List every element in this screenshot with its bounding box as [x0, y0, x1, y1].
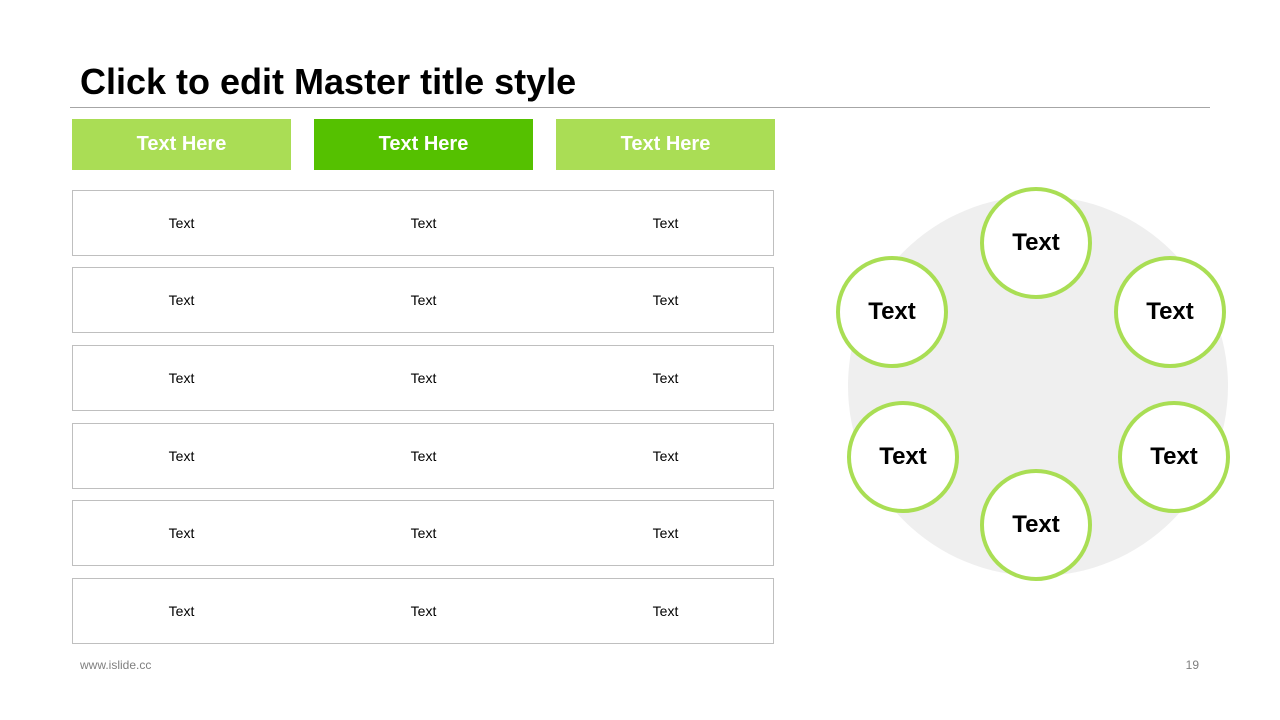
table-cell[interactable]: Text: [556, 579, 775, 643]
table-cell[interactable]: Text: [556, 268, 775, 332]
slide-title[interactable]: Click to edit Master title style: [80, 60, 576, 104]
table-cell[interactable]: Text: [72, 346, 291, 410]
table-row: Text Text Text: [72, 267, 774, 333]
table-cell[interactable]: Text: [314, 579, 533, 643]
table-cell[interactable]: Text: [314, 501, 533, 565]
table-cell[interactable]: Text: [72, 424, 291, 488]
table-cell[interactable]: Text: [314, 424, 533, 488]
header-box-3[interactable]: Text Here: [556, 119, 775, 170]
title-divider: [70, 107, 1210, 108]
table-row: Text Text Text: [72, 500, 774, 566]
table-cell[interactable]: Text: [556, 424, 775, 488]
table-cell[interactable]: Text: [72, 268, 291, 332]
table-cell[interactable]: Text: [314, 268, 533, 332]
cycle-node-lower-left[interactable]: Text: [847, 401, 959, 513]
table-cell[interactable]: Text: [72, 579, 291, 643]
page-number: 19: [1185, 658, 1199, 672]
table-cell[interactable]: Text: [314, 191, 533, 255]
table-row: Text Text Text: [72, 578, 774, 644]
table-cell[interactable]: Text: [72, 191, 291, 255]
cycle-node-lower-right[interactable]: Text: [1118, 401, 1230, 513]
table-row: Text Text Text: [72, 190, 774, 256]
table-row: Text Text Text: [72, 423, 774, 489]
header-box-2[interactable]: Text Here: [314, 119, 533, 170]
table-cell[interactable]: Text: [72, 501, 291, 565]
footer-url: www.islide.cc: [80, 658, 152, 672]
table-cell[interactable]: Text: [556, 191, 775, 255]
cycle-node-upper-left[interactable]: Text: [836, 256, 948, 368]
table-cell[interactable]: Text: [556, 501, 775, 565]
cycle-node-top[interactable]: Text: [980, 187, 1092, 299]
header-box-1[interactable]: Text Here: [72, 119, 291, 170]
cycle-node-bottom[interactable]: Text: [980, 469, 1092, 581]
cycle-node-upper-right[interactable]: Text: [1114, 256, 1226, 368]
table-cell[interactable]: Text: [314, 346, 533, 410]
table-cell[interactable]: Text: [556, 346, 775, 410]
table-row: Text Text Text: [72, 345, 774, 411]
